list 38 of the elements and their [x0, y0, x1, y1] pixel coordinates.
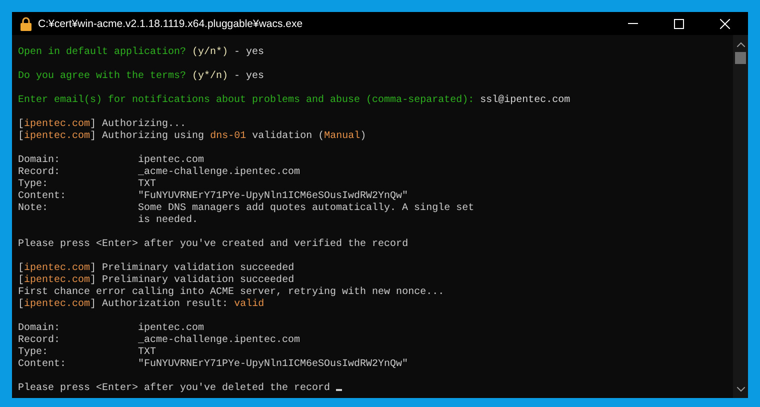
- field-label: Type:: [18, 179, 50, 191]
- field-value: _acme-challenge.ipentec.com: [138, 167, 302, 179]
- scroll-up-icon[interactable]: [736, 42, 744, 47]
- console-line: [ipentec.com] Preliminary validation succeeded: [18, 275, 296, 286]
- field-value: Some DNS managers add quotes automatically. A single set is needed.: [138, 203, 474, 227]
- console-line: First chance error calling into ACME server, retrying with new nonce...: [18, 287, 446, 298]
- console-line: Do you agree with the terms? (y*/n) - yes: [18, 71, 266, 83]
- field-value: TXT: [138, 347, 158, 358]
- console-line: [ipentec.com] Authorization result: valid: [18, 299, 266, 311]
- scroll-down-icon[interactable]: [736, 387, 744, 392]
- field-value: _acme-challenge.ipentec.com: [138, 335, 302, 347]
- field-value: "FuNYUVRNErY71PYe-UpyNln1ICM6eSOusIwdRW2YnQw": [138, 191, 410, 202]
- console-line: [ipentec.com] Authorizing...: [18, 119, 188, 130]
- console-line: Enter email(s) for notifications about problems and abuse (comma-separated): ssl@ipentec.com: [18, 95, 572, 107]
- field-label: Domain:: [18, 155, 62, 166]
- window-title: C:¥cert¥win-acme.v2.1.18.1119.x64.pluggable¥wacs.exe: [38, 18, 303, 30]
- maximize-icon[interactable]: [674, 18, 684, 28]
- text-cursor: [336, 389, 342, 391]
- console-line: Open in default application? (y/n*) - yes: [18, 47, 266, 59]
- field-label: Content:: [18, 191, 68, 203]
- close-icon[interactable]: [720, 18, 730, 28]
- console-line: Please press <Enter> after you've deleted the record: [18, 383, 733, 395]
- field-value: ipentec.com: [138, 155, 206, 166]
- field-value: TXT: [138, 179, 158, 190]
- lock-icon: [20, 16, 32, 30]
- field-label: Note:: [18, 203, 50, 216]
- field-label: Record:: [18, 335, 62, 347]
- field-label: Domain:: [18, 323, 62, 334]
- field-label: Content:: [18, 359, 68, 371]
- field-value: ipentec.com: [138, 323, 206, 334]
- field-label: Record:: [18, 167, 62, 179]
- console-line: [ipentec.com] Authorizing using dns-01 validation (Manual): [18, 131, 368, 143]
- field-value: "FuNYUVRNErY71PYe-UpyNln1ICM6eSOusIwdRW2YnQw": [138, 359, 410, 371]
- field-label: Type:: [18, 347, 50, 359]
- scrollbar[interactable]: [733, 35, 748, 398]
- console-line: [ipentec.com] Preliminary validation succeeded: [18, 263, 296, 274]
- scrollbar-thumb[interactable]: [735, 52, 746, 64]
- console-line: Please press <Enter> after you've created and verified the record: [18, 239, 410, 251]
